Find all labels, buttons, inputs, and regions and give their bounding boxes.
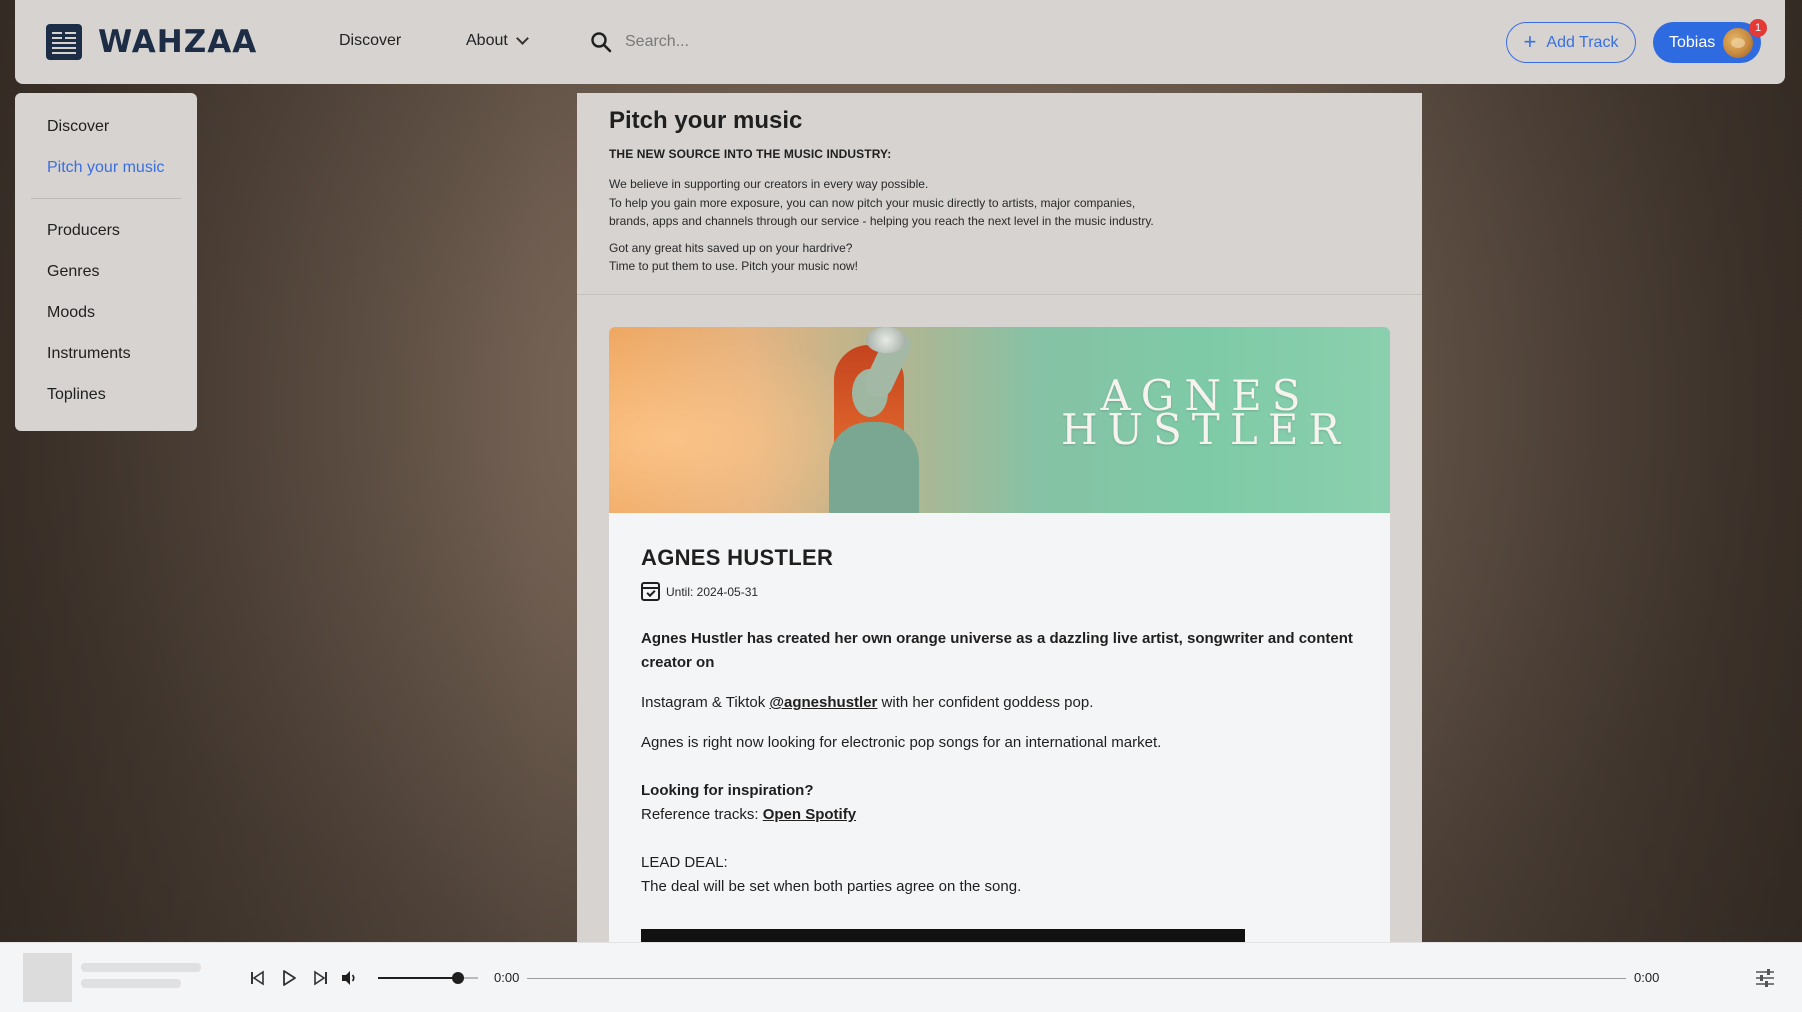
reference-tracks-line: Reference tracks: Open Spotify [641, 803, 1358, 827]
add-track-label: Add Track [1546, 33, 1619, 51]
volume-slider-handle[interactable] [452, 972, 464, 984]
volume-slider-fill [378, 977, 458, 979]
sidebar-menu: Discover Pitch your music Producers Genr… [15, 93, 197, 431]
intro-line: Got any great hits saved up on your hard… [609, 240, 853, 255]
inspiration-heading: Looking for inspiration? [641, 782, 814, 799]
audio-player: 0:00 0:00 [0, 942, 1802, 1012]
banner-line: HUSTLER [1061, 405, 1350, 454]
artist-title: AGNES HUSTLER [641, 545, 834, 570]
artist-description: Agnes Hustler has created her own orange… [641, 630, 1353, 671]
chevron-down-icon [515, 32, 529, 45]
lead-deal-label: LEAD DEAL: [641, 854, 728, 871]
nav-about-label: About [466, 32, 508, 49]
intro-line: We believe in supporting our creators in… [609, 177, 929, 191]
page-title: Pitch your music [609, 107, 803, 134]
search-icon[interactable] [589, 30, 613, 54]
main-content: Pitch your music THE NEW SOURCE INTO THE… [577, 93, 1422, 943]
intro-paragraph: Got any great hits saved up on your hard… [609, 239, 1390, 276]
intro-line: To help you gain more exposure, you can … [609, 195, 1136, 210]
nav-about[interactable]: About [466, 32, 529, 50]
banner-artist-name: AGNES HUSTLER [1061, 375, 1350, 451]
plus-icon: + [1523, 28, 1537, 54]
current-time: 0:00 [494, 970, 520, 985]
intro-line: brands, apps and channels through our se… [609, 214, 1154, 228]
nav-discover[interactable]: Discover [339, 32, 401, 50]
social-prefix: Instagram & Tiktok [641, 694, 770, 711]
track-title-placeholder [81, 963, 201, 972]
top-navigation-bar: WAHZAA Discover About + Add Track Tobias… [15, 0, 1785, 84]
lead-deal: LEAD DEAL: The deal will be set when bot… [641, 851, 1358, 899]
equalizer-settings-icon[interactable] [1754, 967, 1776, 989]
sidebar-item-discover[interactable]: Discover [15, 116, 197, 157]
notification-badge[interactable]: 1 [1749, 19, 1767, 37]
sidebar-item-pitch-your-music[interactable]: Pitch your music [15, 157, 197, 198]
sidebar-item-genres[interactable]: Genres [15, 261, 197, 302]
artist-banner-image: AGNES HUSTLER [609, 327, 1390, 513]
brand-name: WAHZAA [98, 24, 258, 60]
video-embed[interactable] [641, 929, 1245, 943]
pitch-card[interactable]: AGNES HUSTLER AGNES HUSTLER Until: 2024-… [609, 327, 1390, 943]
logo-icon [46, 24, 82, 60]
sidebar-divider [31, 198, 181, 199]
lead-deal-text: The deal will be set when both parties a… [641, 878, 1022, 895]
sidebar-item-instruments[interactable]: Instruments [15, 343, 197, 384]
instagram-tiktok-link[interactable]: @agneshustler [769, 694, 877, 711]
intro-paragraph: We believe in supporting our creators in… [609, 175, 1390, 231]
looking-for-text: Agnes is right now looking for electroni… [641, 734, 1162, 751]
previous-icon[interactable] [248, 969, 266, 987]
search-bar [589, 22, 889, 62]
seek-bar[interactable] [527, 978, 1626, 979]
card-body: AGNES HUSTLER Until: 2024-05-31 Agnes Hu… [609, 513, 1390, 943]
sidebar-item-moods[interactable]: Moods [15, 302, 197, 343]
open-spotify-link[interactable]: Open Spotify [763, 806, 856, 823]
track-artist-placeholder [81, 979, 181, 988]
reference-prefix: Reference tracks: [641, 806, 763, 823]
add-track-button[interactable]: + Add Track [1506, 22, 1636, 63]
sidebar-item-producers[interactable]: Producers [15, 220, 197, 261]
avatar [1723, 27, 1754, 58]
artist-photo [814, 327, 944, 513]
page-subtitle: THE NEW SOURCE INTO THE MUSIC INDUSTRY: [609, 147, 892, 161]
sidebar-item-toplines[interactable]: Toplines [15, 384, 197, 425]
calendar-check-icon [641, 582, 660, 601]
user-name: Tobias [1669, 33, 1716, 51]
social-line: Instagram & Tiktok @agneshustler with he… [641, 691, 1358, 715]
duration: 0:00 [1634, 970, 1660, 985]
deadline: Until: 2024-05-31 [641, 582, 1358, 601]
track-thumbnail [23, 953, 72, 1002]
play-icon[interactable] [280, 969, 298, 987]
pitch-intro: Pitch your music THE NEW SOURCE INTO THE… [577, 93, 1422, 295]
volume-icon[interactable] [340, 969, 358, 987]
social-suffix: with her confident goddess pop. [877, 694, 1094, 711]
next-icon[interactable] [312, 969, 330, 987]
deadline-text: Until: 2024-05-31 [666, 584, 759, 599]
intro-line: Time to put them to use. Pitch your musi… [609, 259, 858, 273]
user-menu-button[interactable]: Tobias [1653, 22, 1761, 63]
brand-logo[interactable]: WAHZAA [46, 24, 257, 60]
search-input[interactable] [625, 33, 865, 51]
